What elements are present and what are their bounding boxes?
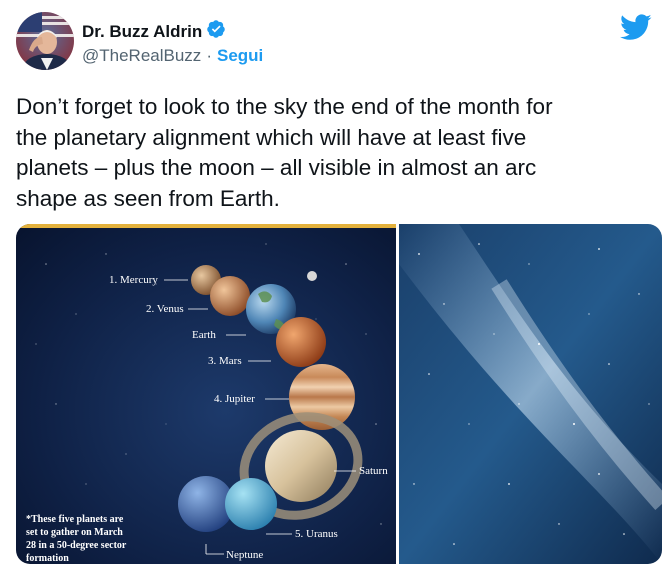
note-line: 28 in a 50-degree sector (26, 540, 127, 551)
follow-button[interactable]: Segui (217, 46, 263, 66)
planet-alignment-image[interactable]: 1. Mercury 2. Venus Earth 3. Mars 4. Jup… (16, 224, 396, 564)
label-neptune: Neptune (226, 549, 263, 561)
label-mars: 3. Mars (208, 355, 242, 367)
uranus-planet (225, 478, 277, 530)
label-venus: 2. Venus (146, 303, 184, 315)
twitter-bird-icon[interactable] (620, 14, 652, 46)
tweet-card: Dr. Buzz Aldrin @TheRealBuzz · Segui Don… (0, 0, 672, 572)
note-line: formation (26, 553, 69, 564)
label-uranus: 5. Uranus (295, 528, 338, 540)
tweet-text-line: Don’t forget to look to the sky the end … (16, 94, 553, 119)
tweet-text-line: the planetary alignment which will have … (16, 124, 527, 150)
note-line: set to gather on March (26, 527, 123, 538)
tweet-text-line: planets – plus the moon – all visible in… (16, 155, 537, 180)
label-jupiter: 4. Jupiter (214, 393, 255, 405)
saturn-planet (265, 430, 337, 502)
tweet-media: 1. Mercury 2. Venus Earth 3. Mars 4. Jup… (16, 224, 662, 564)
author-name-row: Dr. Buzz Aldrin (82, 19, 226, 44)
moon-icon (307, 271, 317, 281)
milky-way-image[interactable] (399, 224, 662, 564)
tweet-text-line: shape as seen from Earth. (16, 185, 280, 211)
label-mercury: 1. Mercury (109, 274, 158, 286)
verified-badge-icon (206, 19, 226, 44)
venus-planet (210, 276, 250, 316)
dot-separator: · (206, 46, 212, 65)
avatar[interactable] (16, 12, 74, 70)
label-saturn: Saturn (359, 465, 388, 477)
author-name[interactable]: Dr. Buzz Aldrin (82, 22, 202, 42)
tweet-text: Don’t forget to look to the sky the end … (16, 92, 656, 214)
label-earth: Earth (192, 329, 216, 341)
author-handle[interactable]: @TheRealBuzz (82, 46, 201, 66)
note-line: *These five planets are (26, 514, 124, 525)
author-handle-row: @TheRealBuzz · Segui (82, 46, 263, 66)
mars-planet (276, 317, 326, 367)
